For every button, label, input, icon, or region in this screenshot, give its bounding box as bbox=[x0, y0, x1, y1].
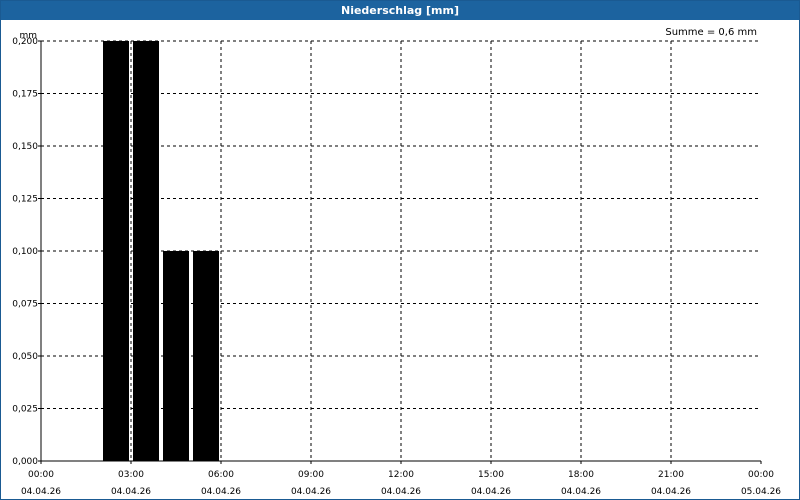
x-tick-date-label: 05.04.26 bbox=[741, 487, 781, 497]
x-tick-time-label: 09:00 bbox=[298, 470, 324, 480]
x-tick-date-label: 04.04.26 bbox=[111, 487, 151, 497]
y-tick-label: 0,025 bbox=[12, 405, 38, 415]
x-tick-time-label: 12:00 bbox=[388, 470, 414, 480]
x-tick-date-label: 04.04.26 bbox=[561, 487, 601, 497]
x-tick-time-label: 03:00 bbox=[118, 470, 144, 480]
precipitation-bar bbox=[103, 41, 129, 461]
x-tick-date-label: 04.04.26 bbox=[381, 487, 421, 497]
x-tick-time-label: 00:00 bbox=[748, 470, 774, 480]
x-tick-date-label: 04.04.26 bbox=[291, 487, 331, 497]
x-tick-date-label: 04.04.26 bbox=[201, 487, 241, 497]
y-tick-label: 0,075 bbox=[12, 300, 38, 310]
precipitation-bar bbox=[163, 251, 189, 461]
y-tick-label: 0,150 bbox=[12, 142, 38, 152]
precipitation-bar bbox=[133, 41, 159, 461]
y-axis-unit-label: mm bbox=[19, 31, 37, 41]
precipitation-bar bbox=[193, 251, 219, 461]
precipitation-chart: 0,000 0,025 0,050 0,075 0,100 0,125 0,150 0,175… bbox=[12, 31, 781, 497]
x-tick-time-label: 15:00 bbox=[478, 470, 504, 480]
x-tick-date-label: 04.04.26 bbox=[471, 487, 511, 497]
x-tick-time-label: 06:00 bbox=[208, 470, 234, 480]
x-tick-date-label: 04.04.26 bbox=[21, 487, 61, 497]
y-tick-label: 0,050 bbox=[12, 352, 38, 362]
x-tick-time-label: 00:00 bbox=[28, 470, 54, 480]
y-tick-label: 0,100 bbox=[12, 247, 38, 257]
y-tick-label: 0,125 bbox=[12, 195, 38, 205]
y-tick-label: 0,000 bbox=[12, 457, 38, 467]
x-tick-date-label: 04.04.26 bbox=[651, 487, 691, 497]
chart-window: Niederschlag [mm] Summe = 0,6 mm 0,000 0,… bbox=[0, 0, 800, 500]
x-tick-time-label: 18:00 bbox=[568, 470, 594, 480]
x-tick-time-label: 21:00 bbox=[658, 470, 684, 480]
y-tick-label: 0,175 bbox=[12, 90, 38, 100]
